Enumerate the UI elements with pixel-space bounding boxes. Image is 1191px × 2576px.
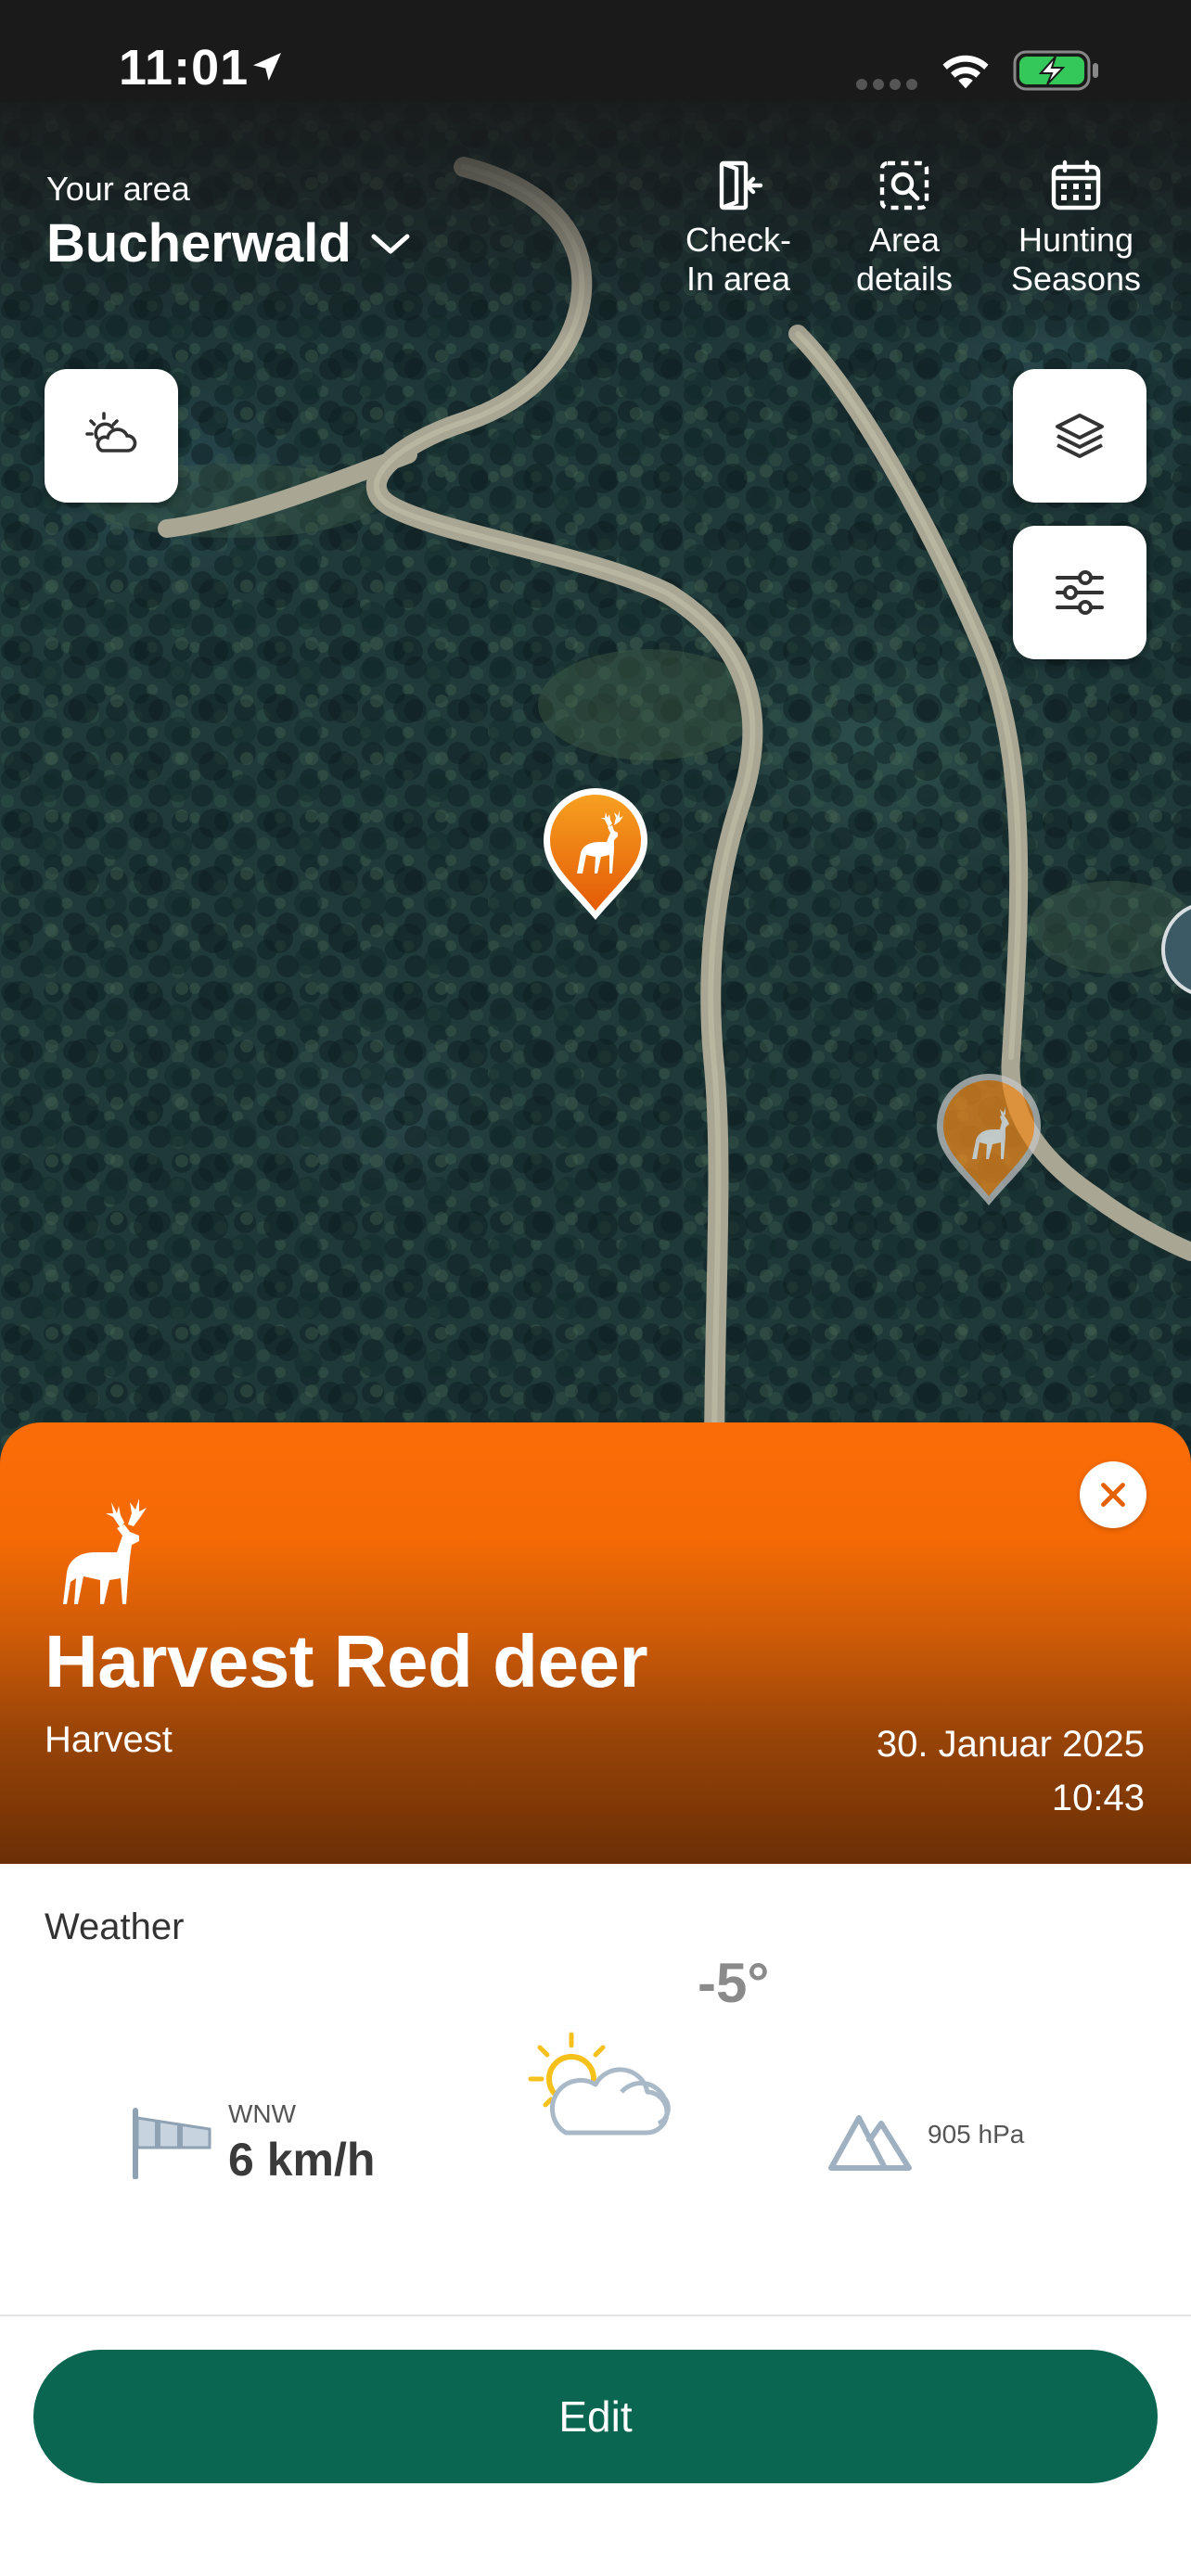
windsock-icon <box>133 2108 211 2179</box>
temperature: -5° <box>698 1952 770 2014</box>
air-pressure: 905 hPa <box>928 2120 1025 2149</box>
mountain-pressure-icon <box>828 2115 912 2171</box>
area-search-icon <box>879 160 929 210</box>
edit-button[interactable]: Edit <box>33 2350 1158 2483</box>
door-enter-icon <box>719 160 763 210</box>
harvest-title: Harvest Red deer <box>45 1620 648 1702</box>
calendar-icon <box>1051 159 1101 210</box>
map-layers-button[interactable] <box>1013 369 1146 503</box>
wind-direction: WNW <box>228 2099 297 2128</box>
harvest-pin-selected[interactable] <box>540 784 651 924</box>
sliders-icon <box>1056 570 1104 615</box>
weather-title: Weather <box>45 1906 185 1947</box>
area-details-button[interactable]: Area details <box>830 158 979 299</box>
weather-section: Weather -5° WNW 6 km/h 905 hPa <box>0 1864 1191 2315</box>
map-filter-button[interactable] <box>1013 526 1146 659</box>
status-time: 11:01 <box>119 40 250 96</box>
harvest-detail-header: Harvest Red deer Harvest 30. Januar 2025… <box>0 1422 1191 1864</box>
chevron-down-icon <box>371 234 410 254</box>
bottom-action-bar: Edit <box>0 2315 1191 2576</box>
offscreen-pin[interactable] <box>1161 896 1191 1007</box>
weather-button[interactable] <box>45 369 178 503</box>
harvest-date: 30. Januar 2025 <box>876 1724 1145 1765</box>
map-view[interactable]: 11:01 Your area Bucherwald Check- In are… <box>0 0 1191 1465</box>
red-deer-icon <box>63 1498 147 1604</box>
cellular-signal-icon <box>856 79 917 90</box>
close-button[interactable] <box>1080 1461 1146 1528</box>
hunting-seasons-button[interactable]: Hunting Seasons <box>1002 158 1150 299</box>
cloud-sun-icon <box>85 412 137 453</box>
area-details-label: Area details <box>855 221 954 298</box>
check-in-area-button[interactable]: Check- In area <box>664 158 813 299</box>
harvest-datetime: 30. Januar 2025 10:43 <box>877 1717 1145 1825</box>
status-bar: 11:01 <box>0 0 1191 139</box>
area-name: Bucherwald <box>46 213 352 274</box>
battery-charging-icon <box>1013 50 1098 91</box>
location-arrow-icon <box>253 53 281 81</box>
wifi-icon <box>942 55 989 89</box>
layers-icon <box>1056 414 1104 458</box>
partly-sunny-icon <box>528 2032 671 2136</box>
harvest-time: 10:43 <box>1051 1778 1145 1818</box>
hunting-seasons-label: Hunting Seasons <box>1010 221 1142 298</box>
wind-speed: 6 km/h <box>228 2134 376 2186</box>
area-caption: Your area <box>46 170 190 208</box>
harvest-pin[interactable] <box>933 1070 1044 1209</box>
close-icon <box>1101 1483 1125 1507</box>
harvest-category: Harvest <box>45 1719 173 1760</box>
check-in-area-label: Check- In area <box>685 221 792 298</box>
area-selector[interactable]: Bucherwald <box>46 217 411 271</box>
